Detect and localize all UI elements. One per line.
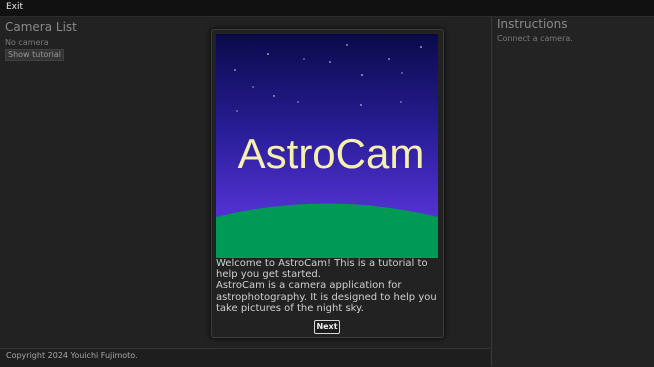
copyright-text: Copyright 2024 Youichi Fujimoto. <box>6 351 138 360</box>
ground-hill <box>216 203 438 258</box>
footer: Copyright 2024 Youichi Fujimoto. <box>0 348 490 367</box>
hero-title: AstroCam <box>238 130 425 177</box>
instructions-title: Instructions <box>497 17 568 31</box>
camera-list-title: Camera List <box>5 20 77 34</box>
tutorial-line-description: AstroCam is a camera application for ast… <box>216 280 437 314</box>
tutorial-text: Welcome to AstroCam! This is a tutorial … <box>216 258 440 314</box>
tutorial-dialog: AstroCam Welcome to AstroCam! This is a … <box>211 29 444 338</box>
tutorial-line-welcome: Welcome to AstroCam! This is a tutorial … <box>216 258 428 281</box>
exit-menu-item[interactable]: Exit <box>6 2 23 12</box>
show-tutorial-button[interactable]: Show tutorial <box>5 49 65 61</box>
camera-status: No camera <box>5 38 49 47</box>
instructions-status: Connect a camera. <box>497 34 573 43</box>
instructions-panel: Instructions Connect a camera. <box>491 17 654 366</box>
menu-bar: Exit <box>0 0 654 17</box>
hero-image: AstroCam <box>216 34 438 258</box>
next-button[interactable]: Next <box>314 320 340 334</box>
